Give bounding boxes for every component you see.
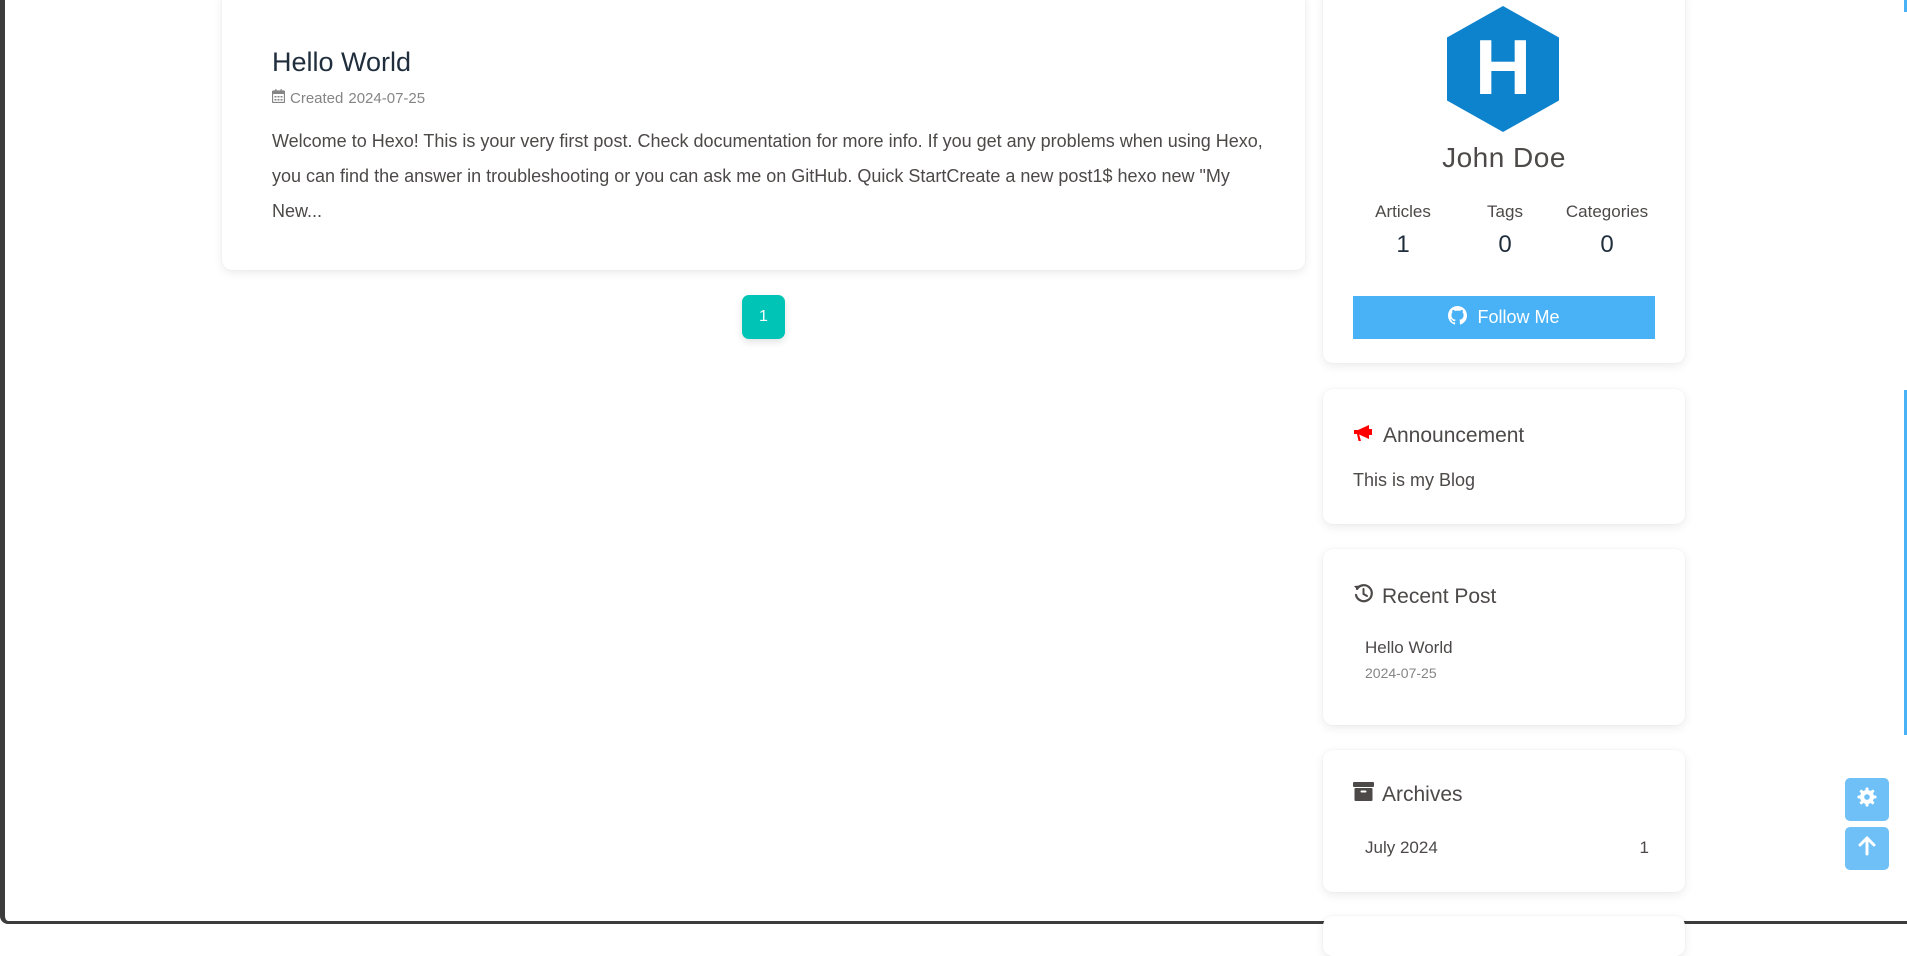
post-meta-label: Created — [290, 89, 344, 107]
archives-heading: Archives — [1353, 782, 1463, 807]
stat-articles[interactable]: Articles 1 — [1353, 202, 1453, 259]
post-excerpt: Welcome to Hexo! This is your very first… — [272, 131, 1263, 221]
recent-post-link[interactable]: Hello World — [1365, 638, 1453, 658]
recent-post-title: Recent Post — [1382, 584, 1497, 608]
recent-post-heading: Recent Post — [1353, 583, 1496, 610]
post-meta: Created 2024-07-25 — [271, 89, 426, 107]
stat-label: Articles — [1375, 202, 1431, 221]
history-icon — [1353, 583, 1374, 610]
stat-value: 0 — [1600, 231, 1614, 258]
post-title-link[interactable]: Hello World — [272, 47, 411, 78]
announcement-heading: Announcement — [1353, 423, 1524, 449]
announcement-title: Announcement — [1383, 424, 1525, 447]
recent-post-date: 2024-07-25 — [1365, 665, 1437, 681]
back-to-top-button[interactable] — [1845, 827, 1889, 870]
github-icon — [1448, 305, 1468, 330]
announcement-card: Announcement This is my Blog — [1323, 389, 1685, 524]
gear-icon — [1857, 787, 1877, 812]
archive-item-label: July 2024 — [1365, 838, 1438, 857]
stat-value: 1 — [1396, 231, 1410, 258]
archives-card: Archives July 2024 1 — [1323, 750, 1685, 892]
author-name: John Doe — [1442, 142, 1566, 173]
post-card: Hello World Created 2024-07-25 Welcome t… — [222, 0, 1305, 270]
calendar-icon — [271, 89, 286, 107]
follow-me-button[interactable]: Follow Me — [1353, 296, 1655, 339]
archive-item-count: 1 — [1639, 838, 1649, 857]
bullhorn-icon — [1353, 423, 1375, 449]
stat-categories[interactable]: Categories 0 — [1557, 202, 1657, 259]
stat-label: Categories — [1565, 202, 1649, 221]
archive-icon — [1353, 782, 1374, 807]
stat-label: Tags — [1487, 202, 1523, 221]
arrow-up-icon — [1858, 836, 1876, 861]
settings-button[interactable] — [1845, 778, 1889, 821]
archive-item[interactable]: July 2024 1 — [1365, 838, 1649, 858]
stat-value: 0 — [1498, 231, 1512, 258]
follow-me-label: Follow Me — [1477, 307, 1560, 327]
announcement-text: This is my Blog — [1353, 470, 1476, 490]
next-widget-card — [1323, 916, 1685, 956]
recent-post-card: Recent Post Hello World 2024-07-25 — [1323, 549, 1685, 725]
stat-tags[interactable]: Tags 0 — [1455, 202, 1555, 259]
author-card: H John Doe Articles 1 Tags 0 Categories … — [1323, 0, 1685, 363]
hexo-logo-avatar: H — [1447, 6, 1559, 132]
archives-title: Archives — [1382, 782, 1463, 806]
post-date: 2024-07-25 — [348, 89, 426, 107]
pagination-page-button[interactable]: 1 — [742, 295, 785, 339]
avatar-letter: H — [1475, 23, 1531, 111]
author-stats: Articles 1 Tags 0 Categories 0 — [1353, 202, 1657, 259]
